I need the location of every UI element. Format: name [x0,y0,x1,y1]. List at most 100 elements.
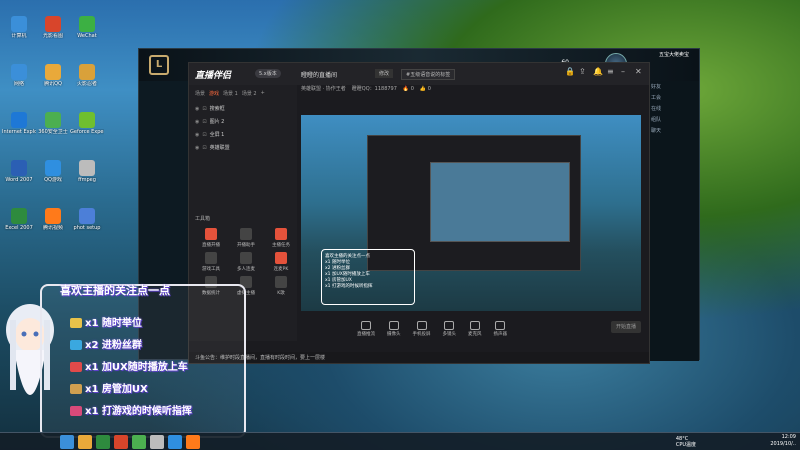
scene-tab[interactable]: 场景 1 [223,90,238,97]
app-titlebar: 直播伴侣 5.x版本 瞪瞪的直播间 修改 #五级语音说的标签 🔒 ⇪ 🔔 ≡ –… [189,63,649,85]
toolbox-title: 工具箱 [195,216,211,222]
tool-label: 直播开播 [202,243,220,248]
source-item[interactable]: ◉ ⊡ 搜索框 [189,102,297,115]
app-icon [79,160,95,176]
reward-icon [70,406,82,416]
desktop-icon-label: 计算机 [11,33,27,39]
desktop-icon[interactable]: 计算机 [2,16,36,39]
tool-button[interactable]: K歌 [265,276,297,296]
tool-button[interactable]: 连麦PK [265,252,297,272]
eye-icon[interactable]: ◉ [195,132,199,138]
lock-icon[interactable]: ⊡ [202,132,206,138]
desktop-icon[interactable]: Internet Explorer [2,112,36,135]
lock-icon[interactable]: ⊡ [202,145,206,151]
bottom-tool-button[interactable]: 摄像头 [387,321,401,337]
social-row[interactable]: 组队 [647,114,699,125]
scene-tab[interactable]: + [261,90,265,97]
bottom-tool-button[interactable]: 手机投屏 [413,321,431,337]
scene-tab[interactable]: 场景 [195,90,205,97]
edit-title-button[interactable]: 修改 [375,69,394,78]
menu-icon[interactable]: ≡ [607,68,615,76]
desktop-icon[interactable]: ffmpeg [70,160,104,183]
desktop-icon[interactable]: 光影看图 [36,16,70,39]
source-item[interactable]: ◉ ⊡ 英雄联盟 [189,141,297,154]
streaming-app-window[interactable]: 直播伴侣 5.x版本 瞪瞪的直播间 修改 #五级语音说的标签 🔒 ⇪ 🔔 ≡ –… [188,62,650,364]
taskbar: 48°C CPU温度 12:09 2019/10/.. [0,432,800,450]
bottom-tool-button[interactable]: 多镜头 [443,321,456,337]
close-icon[interactable]: ✕ [635,68,643,76]
social-row[interactable]: 聊天 [647,125,699,136]
app-logo: 直播伴侣 [195,71,232,81]
desktop-icon[interactable]: QQ游戏 [36,160,70,183]
taskbar-app-icon[interactable] [78,435,92,449]
room-tag[interactable]: #五级语音说的标签 [401,69,456,80]
desktop-icon[interactable]: 腾讯QQ [36,64,70,87]
taskbar-app-icon[interactable] [96,435,110,449]
lock-icon[interactable]: 🔒 [565,68,575,76]
desktop-icon[interactable]: Word 2007 [2,160,36,183]
eye-icon[interactable]: ◉ [195,106,199,112]
source-item[interactable]: ◉ ⊡ 全屏 1 [189,128,297,141]
taskbar-app-icon[interactable] [150,435,164,449]
desktop-icon[interactable]: 火影忍者 [70,64,104,87]
bottom-tool-icon [469,321,480,330]
desktop-icon[interactable]: 360安全卫士 [36,112,70,135]
taskbar-app-icon[interactable] [60,435,74,449]
bottom-tool-button[interactable]: 扬声器 [494,321,507,337]
bottom-tool-button[interactable]: 直播推流 [357,321,375,337]
version-badge[interactable]: 5.x版本 [255,69,281,78]
minimize-icon[interactable]: – [621,68,629,76]
desktop-icon[interactable]: 腾讯视频 [36,208,70,231]
tool-button[interactable]: 直播开播 [195,228,227,248]
share-icon[interactable]: ⇪ [579,68,587,76]
desktop-icon[interactable]: Excel 2007 [2,208,36,231]
tool-icon [275,228,287,240]
eye-icon[interactable]: ◉ [195,119,199,125]
tool-label: 开播助手 [237,243,255,248]
tool-icon [205,252,217,264]
social-row[interactable]: 在线 [647,103,699,114]
eye-icon[interactable]: ◉ [195,145,199,151]
taskbar-app-icon[interactable] [132,435,146,449]
tool-button[interactable]: 游戏工具 [195,252,227,272]
desktop-icon[interactable]: WeChat [70,16,104,39]
tool-label: 游戏工具 [202,267,220,272]
room-info-bar: 英雄联盟 · 协作王者 瞪瞪QQ：1188797 🔥 0 👍 0 [301,85,641,99]
desktop-icon[interactable]: Geforce Experience [70,112,104,135]
social-row[interactable]: 好友 [647,81,699,92]
scene-tab[interactable]: 游戏 [209,90,219,97]
lock-icon[interactable]: ⊡ [202,119,206,125]
stream-preview[interactable]: 喜欢主播的关注点一点 x1 随时举位 x2 进粉丝群 x1 加UX随时播放上车 x1 房… [301,115,641,311]
tool-label: K歌 [277,291,285,296]
scene-tab[interactable]: 场景 2 [242,90,257,97]
app-icon [45,64,61,80]
desktop-icon[interactable]: 网络 [2,64,36,87]
clock-time: 12:09 [781,434,796,440]
tool-label: 主播任务 [272,243,290,248]
game-logo[interactable]: L [149,55,169,75]
start-stream-button[interactable]: 开始直播 [611,321,641,333]
source-list: ◉ ⊡ 搜索框 ◉ ⊡ 图片 2 ◉ ⊡ 全屏 1 ◉ ⊡ 英雄联盟 [189,102,297,154]
bell-icon[interactable]: 🔔 [593,68,603,76]
bottom-tool-label: 手机投屏 [412,332,431,337]
tool-icon [240,252,252,264]
source-item[interactable]: ◉ ⊡ 图片 2 [189,115,297,128]
taskbar-app-icon[interactable] [168,435,182,449]
tool-button[interactable]: 开播助手 [230,228,262,248]
tool-button[interactable]: 多人连麦 [230,252,262,272]
system-clock[interactable]: 12:09 2019/10/.. [770,434,796,448]
tool-button[interactable]: 主播任务 [265,228,297,248]
bottom-tool-label: 摄像头 [387,332,401,337]
preview-follow-card: 喜欢主播的关注点一点 x1 随时举位 x2 进粉丝群 x1 加UX随时播放上车 x1 房… [321,249,415,305]
taskbar-apps [60,435,200,449]
taskbar-app-icon[interactable] [114,435,128,449]
taskbar-app-icon[interactable] [186,435,200,449]
room-title: 瞪瞪的直播间 [301,72,338,79]
desktop-icon[interactable]: phot setup [70,208,104,231]
reward-text: x1 加UX随时播放上车 [85,362,188,373]
social-row[interactable]: 工会 [647,92,699,103]
app-icon [11,64,27,80]
desktop-icon-label: 光影看图 [42,33,63,39]
bottom-tool-button[interactable]: 麦克风 [468,321,482,337]
lock-icon[interactable]: ⊡ [202,106,206,112]
